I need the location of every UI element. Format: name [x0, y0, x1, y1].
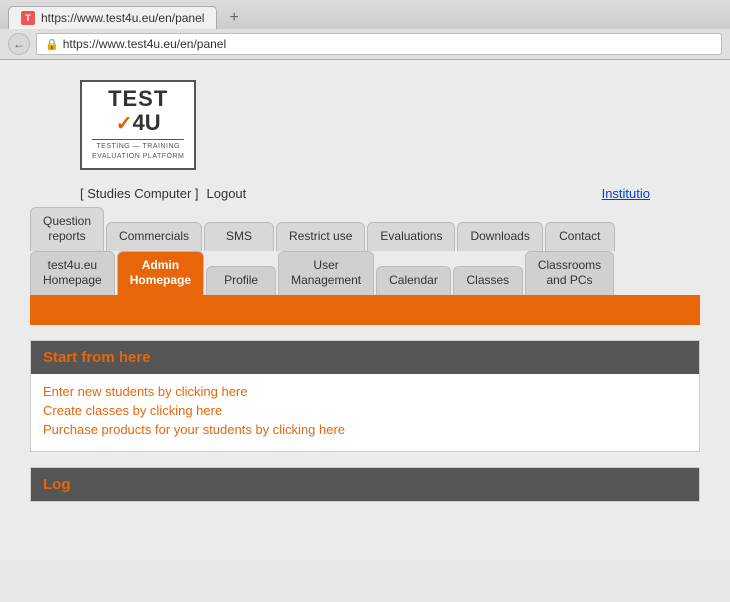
nav-row-1: Question reports Commercials SMS Restric…: [30, 207, 700, 251]
nav-tabs-container: Question reports Commercials SMS Restric…: [0, 207, 730, 295]
address-bar[interactable]: 🔒 https://www.test4u.eu/en/panel: [36, 33, 722, 55]
tab-restrict-use[interactable]: Restrict use: [276, 222, 365, 251]
tab-profile[interactable]: Profile: [206, 266, 276, 295]
user-nav: [ Studies Computer ] Logout Institutio: [0, 180, 730, 207]
tab-title: https://www.test4u.eu/en/panel: [41, 11, 204, 25]
tab-classrooms-and-pcs[interactable]: Classrooms and PCs: [525, 251, 614, 295]
start-section: Start from here Enter new students by cl…: [30, 340, 700, 452]
tab-favicon: T: [21, 11, 35, 25]
log-section-header: Log: [31, 468, 699, 501]
logo-top-row: TEST: [92, 88, 184, 110]
tab-bar: T https://www.test4u.eu/en/panel +: [0, 0, 730, 29]
orange-bar: [30, 295, 700, 325]
page-content: TEST ✓ 4U TESTING — TRAINING EVALUATION …: [0, 60, 730, 560]
tab-classes[interactable]: Classes: [453, 266, 523, 295]
logo-test: TEST: [108, 86, 168, 111]
nav-row-2: test4u.eu Homepage Admin Homepage Profil…: [30, 251, 700, 295]
start-section-title: Start from here: [43, 349, 151, 366]
logo-checkmark: ✓: [116, 111, 133, 136]
tab-calendar[interactable]: Calendar: [376, 266, 451, 295]
start-section-header: Start from here: [31, 341, 699, 374]
back-button[interactable]: ←: [8, 33, 30, 55]
log-section-title: Log: [43, 476, 71, 493]
tab-question-reports[interactable]: Question reports: [30, 207, 104, 251]
start-section-body: Enter new students by clicking here Crea…: [31, 374, 699, 451]
tab-user-management[interactable]: User Management: [278, 251, 374, 295]
log-section: Log: [30, 467, 700, 502]
tab-sms[interactable]: SMS: [204, 222, 274, 251]
purchase-products-link[interactable]: Purchase products for your students by c…: [43, 422, 687, 437]
institution-link[interactable]: Institutio: [602, 186, 650, 201]
browser-chrome: T https://www.test4u.eu/en/panel + ← 🔒 h…: [0, 0, 730, 60]
tab-commercials[interactable]: Commercials: [106, 222, 202, 251]
logo-subtitle: TESTING — TRAINING EVALUATION PLATFORM: [92, 139, 184, 162]
user-studies: [ Studies Computer ]: [80, 186, 199, 201]
user-nav-left: [ Studies Computer ] Logout: [80, 186, 246, 201]
back-icon: ←: [13, 37, 25, 51]
tab-admin-homepage[interactable]: Admin Homepage: [117, 251, 204, 295]
tab-test4u-homepage[interactable]: test4u.eu Homepage: [30, 251, 115, 295]
logo-box: TEST ✓ 4U TESTING — TRAINING EVALUATION …: [80, 80, 196, 170]
enter-students-link[interactable]: Enter new students by clicking here: [43, 384, 687, 399]
create-classes-link[interactable]: Create classes by clicking here: [43, 403, 687, 418]
logo-middle-row: ✓ 4U: [92, 110, 184, 136]
address-bar-row: ← 🔒 https://www.test4u.eu/en/panel: [0, 29, 730, 59]
logo-4u: 4U: [132, 110, 160, 136]
logo-area: TEST ✓ 4U TESTING — TRAINING EVALUATION …: [0, 70, 730, 180]
lock-icon: 🔒: [45, 38, 59, 51]
tab-downloads[interactable]: Downloads: [457, 222, 542, 251]
tab-contact[interactable]: Contact: [545, 222, 615, 251]
url-text: https://www.test4u.eu/en/panel: [63, 37, 226, 51]
new-tab-button[interactable]: +: [223, 7, 244, 29]
active-tab[interactable]: T https://www.test4u.eu/en/panel: [8, 6, 217, 29]
logout-link[interactable]: Logout: [207, 186, 247, 201]
tab-evaluations[interactable]: Evaluations: [367, 222, 455, 251]
